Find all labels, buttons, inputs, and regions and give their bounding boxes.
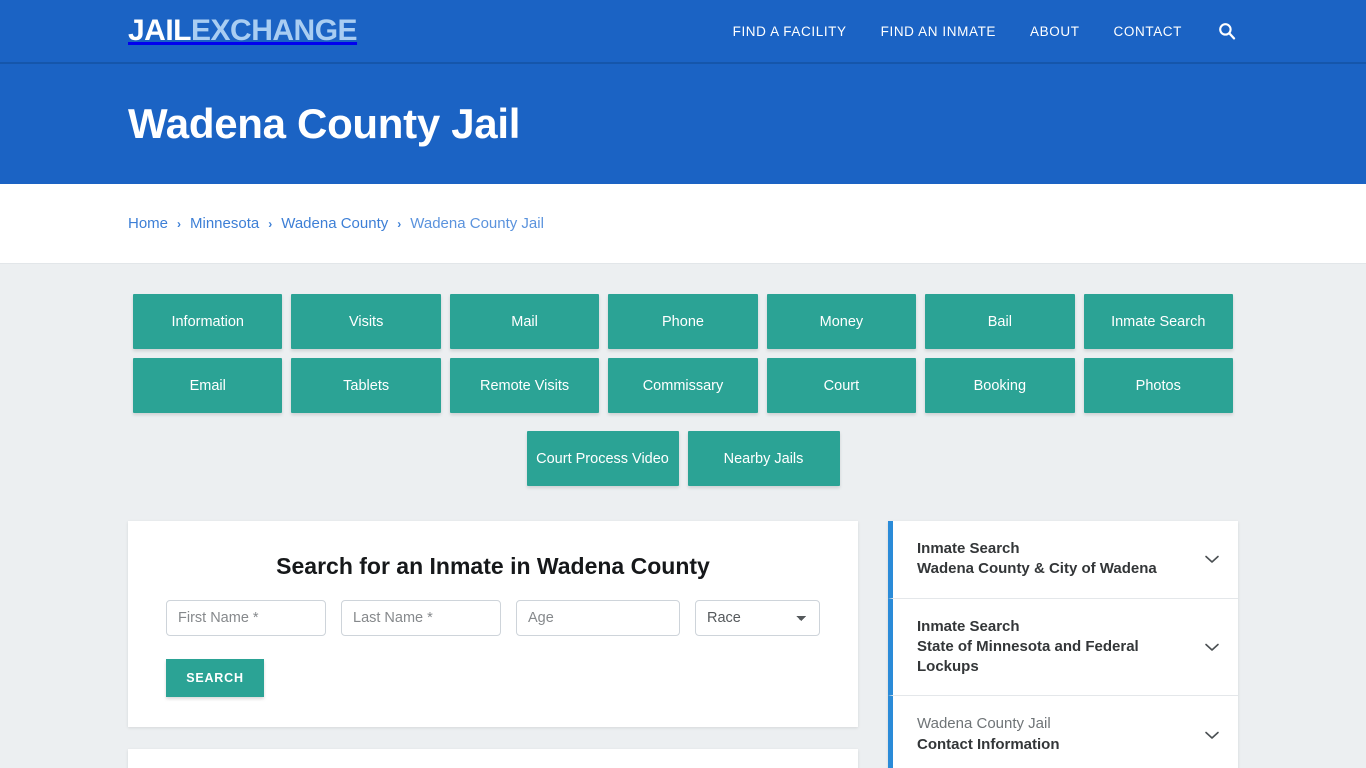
site-header: JAILEXCHANGE FIND A FACILITY FIND AN INM…: [0, 0, 1366, 64]
nav-item-find-a-facility[interactable]: FIND A FACILITY: [733, 24, 847, 39]
quick-link-phone[interactable]: Phone: [608, 294, 758, 349]
sidebar-item-line1: Inmate Search: [917, 617, 1020, 635]
last-name-input[interactable]: [341, 600, 501, 636]
quick-link-email[interactable]: Email: [133, 358, 283, 413]
left-column: Search for an Inmate in Wadena County Ra…: [128, 521, 858, 768]
sidebar-item-line2: Contact Information: [917, 735, 1060, 753]
sidebar-item-line1: Inmate Search: [917, 540, 1020, 557]
quick-link-bail[interactable]: Bail: [925, 294, 1075, 349]
quick-link-tablets[interactable]: Tablets: [291, 358, 441, 413]
right-column: Inmate Search Wadena County & City of Wa…: [888, 521, 1238, 768]
quick-link-inmate-search[interactable]: Inmate Search: [1083, 294, 1233, 349]
quick-links-row-3: Court Process Video Nearby Jails: [133, 431, 1233, 486]
search-icon[interactable]: [1216, 20, 1238, 42]
chevron-down-icon: [1202, 549, 1222, 569]
race-select[interactable]: Race: [695, 600, 820, 636]
chevron-right-icon: ›: [268, 216, 273, 231]
breadcrumb-item-wadena-county[interactable]: Wadena County: [281, 215, 388, 232]
quick-link-remote-visits[interactable]: Remote Visits: [449, 358, 600, 413]
chevron-right-icon: ›: [397, 216, 402, 231]
sidebar-item-text: Wadena County Jail Contact Information: [917, 714, 1190, 755]
quick-link-commissary[interactable]: Commissary: [608, 358, 758, 413]
quick-link-mail[interactable]: Mail: [449, 294, 600, 349]
quick-link-booking[interactable]: Booking: [925, 358, 1075, 413]
logo-text-secondary: EXCHANGE: [191, 14, 358, 47]
breadcrumb-item-home[interactable]: Home: [128, 215, 168, 232]
chevron-down-icon: [1202, 637, 1222, 657]
sidebar-accordion: Inmate Search Wadena County & City of Wa…: [888, 521, 1238, 768]
quick-link-money[interactable]: Money: [766, 294, 917, 349]
site-logo[interactable]: JAILEXCHANGE: [128, 14, 358, 47]
chevron-down-icon: [1202, 725, 1222, 745]
sidebar-item-text: Inmate Search State of Minnesota and Fed…: [917, 617, 1190, 678]
nav-item-about[interactable]: ABOUT: [1030, 24, 1080, 39]
sidebar-item-inmate-search-county[interactable]: Inmate Search Wadena County & City of Wa…: [888, 521, 1238, 599]
first-name-input[interactable]: [166, 600, 326, 636]
inmate-search-fields: Race: [148, 600, 838, 636]
quick-link-court[interactable]: Court: [766, 358, 917, 413]
quick-link-information[interactable]: Information: [133, 294, 283, 349]
sidebar-item-line1: Wadena County Jail: [917, 715, 1051, 733]
chevron-right-icon: ›: [177, 216, 182, 231]
quick-links-section: Information Visits Mail Phone Money Bail…: [0, 264, 1366, 486]
quick-link-court-process-video[interactable]: Court Process Video: [526, 431, 679, 486]
nav-item-find-an-inmate[interactable]: FIND AN INMATE: [881, 24, 996, 39]
quick-links-row-2: Email Tablets Remote Visits Commissary C…: [133, 358, 1233, 413]
breadcrumb-item-minnesota[interactable]: Minnesota: [190, 215, 259, 232]
age-input[interactable]: [516, 600, 680, 636]
breadcrumb-bar: Home › Minnesota › Wadena County › Waden…: [0, 184, 1366, 264]
quick-link-photos[interactable]: Photos: [1083, 358, 1233, 413]
sidebar-item-line2: State of Minnesota and Federal Lockups: [917, 637, 1139, 675]
sidebar-item-contact-information[interactable]: Wadena County Jail Contact Information: [888, 696, 1238, 768]
main-content: Search for an Inmate in Wadena County Ra…: [0, 486, 1366, 768]
quick-link-visits[interactable]: Visits: [291, 294, 441, 349]
search-submit-button[interactable]: SEARCH: [166, 659, 264, 697]
quick-links-row-1: Information Visits Mail Phone Money Bail…: [133, 294, 1233, 349]
inmate-search-card: Search for an Inmate in Wadena County Ra…: [128, 521, 858, 727]
breadcrumb: Home › Minnesota › Wadena County › Waden…: [128, 215, 544, 232]
page-title: Wadena County Jail: [128, 100, 521, 147]
hero-banner: Wadena County Jail: [0, 64, 1366, 184]
logo-text-primary: JAIL: [128, 14, 192, 47]
nav-item-contact[interactable]: CONTACT: [1114, 24, 1182, 39]
quick-links-grid: Information Visits Mail Phone Money Bail…: [133, 294, 1233, 486]
sidebar-item-line2: Wadena County & City of Wadena: [917, 560, 1157, 578]
jail-information-card: Wadena County Jail Information: [128, 749, 858, 768]
breadcrumb-item-current[interactable]: Wadena County Jail: [410, 215, 544, 232]
inmate-search-title: Search for an Inmate in Wadena County: [276, 553, 710, 579]
quick-link-nearby-jails[interactable]: Nearby Jails: [687, 431, 840, 486]
sidebar-item-text: Inmate Search Wadena County & City of Wa…: [917, 539, 1190, 580]
main-navigation: FIND A FACILITY FIND AN INMATE ABOUT CON…: [733, 20, 1238, 42]
sidebar-item-inmate-search-state[interactable]: Inmate Search State of Minnesota and Fed…: [888, 598, 1238, 697]
